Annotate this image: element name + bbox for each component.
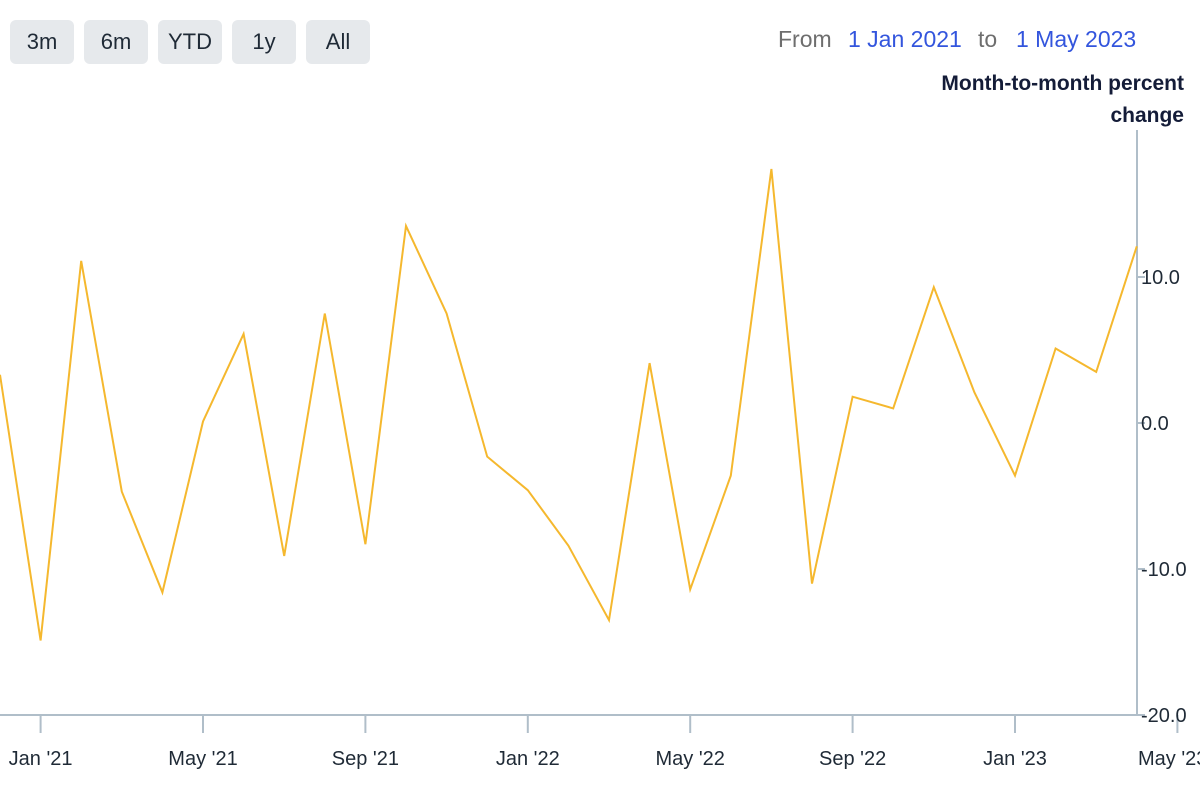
x-tick-label: Jan '23 — [983, 748, 1047, 770]
x-tick-label: May '22 — [655, 748, 724, 770]
chart-tick-labels: -20.0 -10.0 0.0 10.0 Jan '21 May '21 Sep '21 Ja… — [9, 267, 1200, 770]
chart-marks — [0, 168, 1138, 641]
y-tick-label: 10.0 — [1141, 267, 1180, 289]
series-line — [0, 168, 1138, 641]
x-tick-label: Sep '22 — [819, 748, 886, 770]
x-tick-label: May '23 — [1138, 748, 1200, 770]
y-tick-label: -20.0 — [1141, 705, 1187, 727]
x-tick-label: May '21 — [168, 748, 237, 770]
y-tick-label: 0.0 — [1141, 413, 1169, 435]
x-tick-label: Sep '21 — [332, 748, 399, 770]
chart-axes — [0, 130, 1179, 733]
y-tick-label: -10.0 — [1141, 559, 1187, 581]
x-tick-label: Jan '22 — [496, 748, 560, 770]
line-chart: -20.0 -10.0 0.0 10.0 Jan '21 May '21 Sep '21 Ja… — [0, 130, 1200, 770]
x-tick-label: Jan '21 — [9, 748, 73, 770]
